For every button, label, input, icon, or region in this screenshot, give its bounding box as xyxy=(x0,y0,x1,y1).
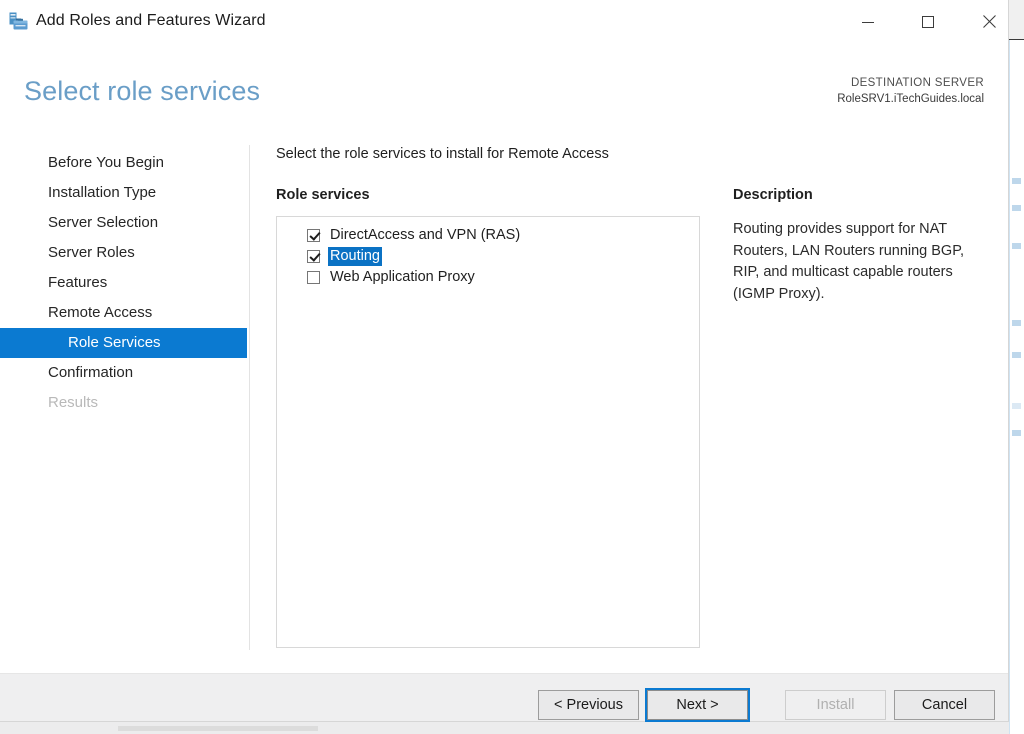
page-title: Select role services xyxy=(24,76,261,106)
background-fleck xyxy=(1012,205,1021,211)
close-icon xyxy=(982,15,996,28)
sidebar-item-features[interactable]: Features xyxy=(0,268,248,298)
sidebar-item-role-services[interactable]: Role Services xyxy=(0,328,247,358)
sidebar-item-label: Server Roles xyxy=(48,244,135,261)
close-button[interactable] xyxy=(966,6,1012,37)
minimize-icon xyxy=(862,21,874,23)
role-services-heading: Role services xyxy=(276,187,370,203)
install-button: Install xyxy=(785,690,886,720)
description-heading: Description xyxy=(733,187,813,203)
next-button[interactable]: Next > xyxy=(645,688,750,722)
sidebar-item-label: Features xyxy=(48,274,108,291)
sidebar-item-label: Remote Access xyxy=(48,304,153,321)
maximize-icon xyxy=(922,15,934,28)
minimize-button[interactable] xyxy=(845,6,891,37)
previous-button[interactable]: < Previous xyxy=(538,690,639,720)
server-roles-icon xyxy=(9,12,30,32)
navigation-divider xyxy=(249,145,250,650)
background-window-task-line xyxy=(118,726,318,731)
title-bar: Add Roles and Features Wizard xyxy=(0,0,1008,45)
background-fleck xyxy=(1012,243,1021,249)
content-intro-text: Select the role services to install for … xyxy=(276,146,609,162)
sidebar-item-installation-type[interactable]: Installation Type xyxy=(0,178,248,208)
list-item[interactable]: DirectAccess and VPN (RAS) xyxy=(277,225,699,246)
checkbox-web-application-proxy[interactable] xyxy=(307,271,320,284)
sidebar-item-label: Installation Type xyxy=(48,184,157,201)
description-text: Routing provides support for NAT Routers… xyxy=(733,221,965,302)
destination-server-label: DESTINATION SERVER xyxy=(850,77,984,89)
add-roles-and-features-wizard-window: Add Roles and Features Wizard Select rol… xyxy=(0,0,1009,722)
background-window-right-pane xyxy=(1009,0,1024,734)
background-fleck xyxy=(1012,430,1021,436)
background-fleck xyxy=(1012,352,1021,358)
sidebar-item-label: Server Selection xyxy=(48,214,159,231)
sidebar-item-server-selection[interactable]: Server Selection xyxy=(0,208,248,238)
checkbox-directaccess-and-vpn[interactable] xyxy=(307,229,320,242)
cancel-button[interactable]: Cancel xyxy=(894,690,995,720)
role-services-listbox[interactable]: DirectAccess and VPN (RAS) Routing Web A… xyxy=(276,216,700,648)
sidebar-item-before-you-begin[interactable]: Before You Begin xyxy=(0,148,248,178)
sidebar-item-label: Role Services xyxy=(68,334,161,351)
sidebar-item-server-roles[interactable]: Server Roles xyxy=(0,238,248,268)
list-item[interactable]: Web Application Proxy xyxy=(277,267,699,288)
list-item-label: DirectAccess and VPN (RAS) xyxy=(330,227,521,243)
background-fleck xyxy=(1012,320,1021,326)
destination-server-name: RoleSRV1.iTechGuides.local xyxy=(837,93,984,105)
background-fleck xyxy=(1012,178,1021,184)
checkbox-routing[interactable] xyxy=(307,250,320,263)
sidebar-item-label: Confirmation xyxy=(48,364,134,381)
sidebar-item-remote-access[interactable]: Remote Access xyxy=(0,298,248,328)
sidebar-item-label: Before You Begin xyxy=(48,154,164,171)
wizard-navigation-list: Before You Begin Installation Type Serve… xyxy=(0,148,248,418)
background-fleck xyxy=(1012,403,1021,409)
list-item[interactable]: Routing xyxy=(277,246,699,267)
list-item-label: Routing xyxy=(328,247,382,266)
window-title: Add Roles and Features Wizard xyxy=(36,12,266,29)
maximize-button[interactable] xyxy=(905,6,951,37)
sidebar-item-results: Results xyxy=(0,388,248,418)
destination-server-block: DESTINATION SERVER RoleSRV1.iTechGuides.… xyxy=(837,75,984,107)
sidebar-item-label: Results xyxy=(48,394,99,411)
list-item-label: Web Application Proxy xyxy=(330,269,475,285)
sidebar-item-confirmation[interactable]: Confirmation xyxy=(0,358,248,388)
footer-bar: < Previous Next > Install Cancel xyxy=(0,674,1008,722)
